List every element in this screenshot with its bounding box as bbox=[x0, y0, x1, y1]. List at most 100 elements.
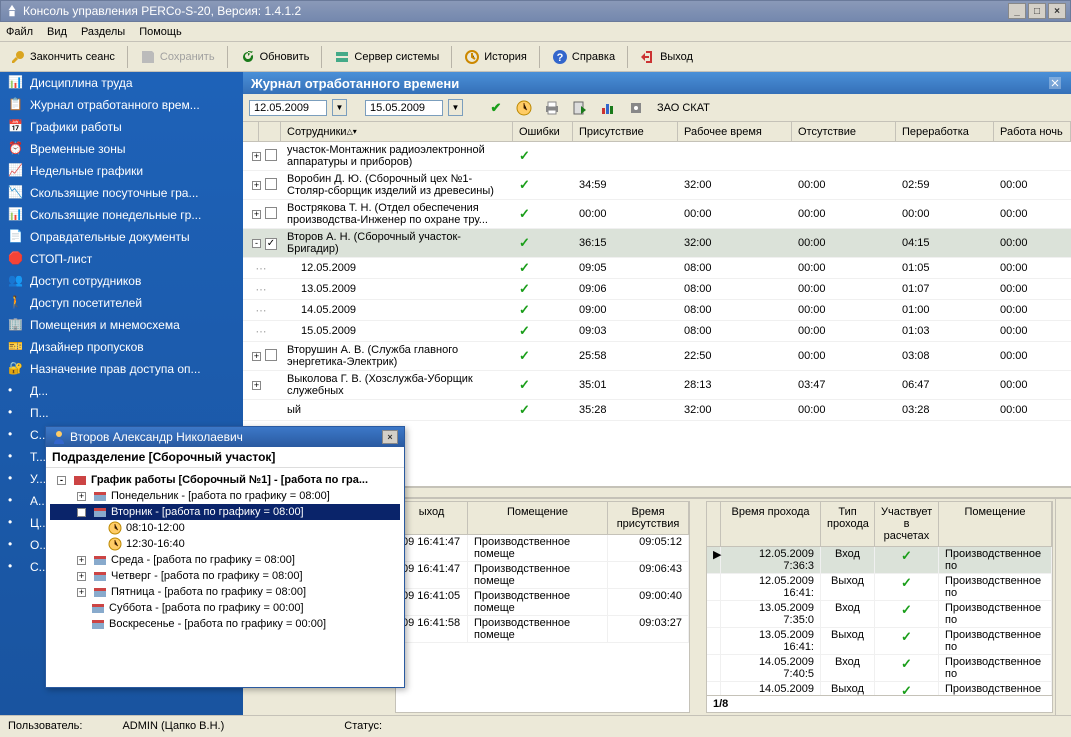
table-row[interactable]: +Вторушин А. В. (Служба главного энергет… bbox=[243, 342, 1071, 371]
sidebar-item-14[interactable]: •Д... bbox=[0, 380, 243, 402]
menu-file[interactable]: Файл bbox=[6, 26, 33, 38]
menu-help[interactable]: Помощь bbox=[139, 26, 182, 38]
table-row[interactable]: 14.05.2009 16:41:Выход✓Производственное … bbox=[707, 682, 1052, 695]
table-row[interactable]: ый✓35:2832:0000:0003:2800:00 bbox=[243, 400, 1071, 421]
row-checkbox[interactable] bbox=[265, 178, 277, 190]
close-button[interactable]: × bbox=[1048, 3, 1066, 19]
panel-title: Журнал отработанного времени bbox=[243, 72, 1071, 94]
table-row[interactable]: 12.05.2009 16:41:Выход✓Производственное … bbox=[707, 574, 1052, 601]
clock-icon[interactable] bbox=[513, 97, 535, 119]
tree-day[interactable]: Суббота - [работа по графику = 00:00] bbox=[50, 600, 400, 616]
sidebar-item-10[interactable]: 🚶Доступ посетителей bbox=[0, 292, 243, 314]
table-row[interactable]: +участок-Монтажник радиоэлектронной аппа… bbox=[243, 142, 1071, 171]
date-from-input[interactable] bbox=[249, 100, 327, 116]
table-row[interactable]: ⋯15.05.2009✓09:0308:0000:0001:0300:00 bbox=[243, 321, 1071, 342]
col-in-calc[interactable]: Участвует в расчетах bbox=[875, 502, 939, 546]
sidebar-item-9[interactable]: 👥Доступ сотрудников bbox=[0, 270, 243, 292]
row-checkbox[interactable] bbox=[265, 349, 277, 361]
col-pres-time[interactable]: Время присутствия bbox=[608, 502, 689, 534]
bottom-left-grid: ыход Помещение Время присутствия 09 16:4… bbox=[395, 501, 690, 713]
table-row[interactable]: -Второв А. Н. (Сборочный участок-Бригади… bbox=[243, 229, 1071, 258]
table-row[interactable]: +Вострякова Т. Н. (Отдел обеспечения про… bbox=[243, 200, 1071, 229]
save-button[interactable]: Сохранить bbox=[136, 47, 219, 67]
tree-day[interactable]: -Вторник - [работа по графику = 08:00] bbox=[50, 504, 400, 520]
table-row[interactable]: ⋯12.05.2009✓09:0508:0000:0001:0500:00 bbox=[243, 258, 1071, 279]
sidebar-icon: 📋 bbox=[8, 97, 24, 113]
table-row[interactable]: 13.05.2009 16:41:Выход✓Производственное … bbox=[707, 628, 1052, 655]
refresh-button[interactable]: Обновить bbox=[236, 47, 314, 67]
col-worktime[interactable]: Рабочее время bbox=[678, 122, 792, 141]
sidebar-item-4[interactable]: 📈Недельные графики bbox=[0, 160, 243, 182]
chart-icon[interactable] bbox=[597, 97, 619, 119]
table-row[interactable]: 14.05.2009 7:40:5Вход✓Производственное п… bbox=[707, 655, 1052, 682]
sidebar-item-6[interactable]: 📊Скользящие понедельные гр... bbox=[0, 204, 243, 226]
sidebar-item-12[interactable]: 🎫Дизайнер пропусков bbox=[0, 336, 243, 358]
col-pass-time[interactable]: Время прохода bbox=[721, 502, 821, 546]
history-button[interactable]: История bbox=[460, 47, 531, 67]
settings-icon[interactable] bbox=[625, 97, 647, 119]
tree-day[interactable]: +Среда - [работа по графику = 08:00] bbox=[50, 552, 400, 568]
row-checkbox[interactable] bbox=[265, 207, 277, 219]
sidebar-item-7[interactable]: 📄Оправдательные документы bbox=[0, 226, 243, 248]
row-checkbox[interactable] bbox=[265, 238, 277, 250]
col-night[interactable]: Работа ночь bbox=[994, 122, 1071, 141]
window-titlebar: Консоль управления PERCo-S-20, Версия: 1… bbox=[0, 0, 1071, 22]
server-button[interactable]: Сервер системы bbox=[330, 47, 443, 67]
menu-sections[interactable]: Разделы bbox=[81, 26, 125, 38]
sidebar-item-0[interactable]: 📊Дисциплина труда bbox=[0, 72, 243, 94]
sidebar-item-8[interactable]: 🛑СТОП-лист bbox=[0, 248, 243, 270]
sidebar-item-15[interactable]: •П... bbox=[0, 402, 243, 424]
table-row[interactable]: ⋯14.05.2009✓09:0008:0000:0001:0000:00 bbox=[243, 300, 1071, 321]
maximize-button[interactable]: □ bbox=[1028, 3, 1046, 19]
sidebar-item-13[interactable]: 🔐Назначение прав доступа оп... bbox=[0, 358, 243, 380]
sidebar-icon: 📄 bbox=[8, 229, 24, 245]
apply-icon[interactable]: ✔ bbox=[485, 97, 507, 119]
scrollbar[interactable] bbox=[1055, 499, 1071, 715]
table-row[interactable]: ⋯13.05.2009✓09:0608:0000:0001:0700:00 bbox=[243, 279, 1071, 300]
date-to-input[interactable] bbox=[365, 100, 443, 116]
help-button[interactable]: ? Справка bbox=[548, 47, 619, 67]
export-icon[interactable] bbox=[569, 97, 591, 119]
col-errors[interactable]: Ошибки bbox=[513, 122, 573, 141]
table-row[interactable]: 09 16:41:58Производственное помеще09:03:… bbox=[396, 616, 689, 643]
date-to-dropdown[interactable]: ▼ bbox=[448, 99, 463, 116]
minimize-button[interactable]: _ bbox=[1008, 3, 1026, 19]
table-row[interactable]: 09 16:41:47Производственное помеще09:05:… bbox=[396, 535, 689, 562]
col-room2[interactable]: Помещение bbox=[939, 502, 1052, 546]
table-row[interactable]: ▶12.05.2009 7:36:3Вход✓Производственное … bbox=[707, 547, 1052, 574]
col-pass-type[interactable]: Тип прохода bbox=[821, 502, 875, 546]
sidebar-item-5[interactable]: 📉Скользящие посуточные гра... bbox=[0, 182, 243, 204]
tree-time[interactable]: 08:10-12:00 bbox=[50, 520, 400, 536]
popup-tree[interactable]: -График работы [Сборочный №1] - [работа … bbox=[46, 468, 404, 687]
tree-time[interactable]: 12:30-16:40 bbox=[50, 536, 400, 552]
tree-root[interactable]: -График работы [Сборочный №1] - [работа … bbox=[50, 472, 400, 488]
col-exit[interactable]: ыход bbox=[396, 502, 468, 534]
col-presence[interactable]: Присутствие bbox=[573, 122, 678, 141]
popup-close-button[interactable]: × bbox=[382, 430, 398, 444]
col-overtime[interactable]: Переработка bbox=[896, 122, 994, 141]
tree-day[interactable]: +Четверг - [работа по графику = 08:00] bbox=[50, 568, 400, 584]
tree-day[interactable]: +Понедельник - [работа по графику = 08:0… bbox=[50, 488, 400, 504]
date-from-dropdown[interactable]: ▼ bbox=[332, 99, 347, 116]
col-absence[interactable]: Отсутствие bbox=[792, 122, 896, 141]
col-employees[interactable]: Сотрудники △▾ bbox=[281, 122, 513, 141]
sidebar-item-3[interactable]: ⏰Временные зоны bbox=[0, 138, 243, 160]
table-row[interactable]: 09 16:41:47Производственное помеще09:06:… bbox=[396, 562, 689, 589]
key-icon bbox=[10, 49, 26, 65]
tree-day[interactable]: +Пятница - [работа по графику = 08:00] bbox=[50, 584, 400, 600]
sidebar-item-2[interactable]: 📅Графики работы bbox=[0, 116, 243, 138]
table-row[interactable]: +Выколова Г. В. (Хозслужба-Уборщик служе… bbox=[243, 371, 1071, 400]
end-session-button[interactable]: Закончить сеанс bbox=[6, 47, 119, 67]
sidebar-item-11[interactable]: 🏢Помещения и мнемосхема bbox=[0, 314, 243, 336]
sidebar-item-1[interactable]: 📋Журнал отработанного врем... bbox=[0, 94, 243, 116]
print-icon[interactable] bbox=[541, 97, 563, 119]
menu-view[interactable]: Вид bbox=[47, 26, 67, 38]
tree-day[interactable]: Воскресенье - [работа по графику = 00:00… bbox=[50, 616, 400, 632]
table-row[interactable]: 13.05.2009 7:35:0Вход✓Производственное п… bbox=[707, 601, 1052, 628]
exit-button[interactable]: Выход bbox=[636, 47, 697, 67]
popup-titlebar[interactable]: Второв Александр Николаевич × bbox=[46, 427, 404, 447]
row-checkbox[interactable] bbox=[265, 149, 277, 161]
table-row[interactable]: +Воробин Д. Ю. (Сборочный цех №1-Столяр-… bbox=[243, 171, 1071, 200]
table-row[interactable]: 09 16:41:05Производственное помеще09:00:… bbox=[396, 589, 689, 616]
col-room[interactable]: Помещение bbox=[468, 502, 608, 534]
